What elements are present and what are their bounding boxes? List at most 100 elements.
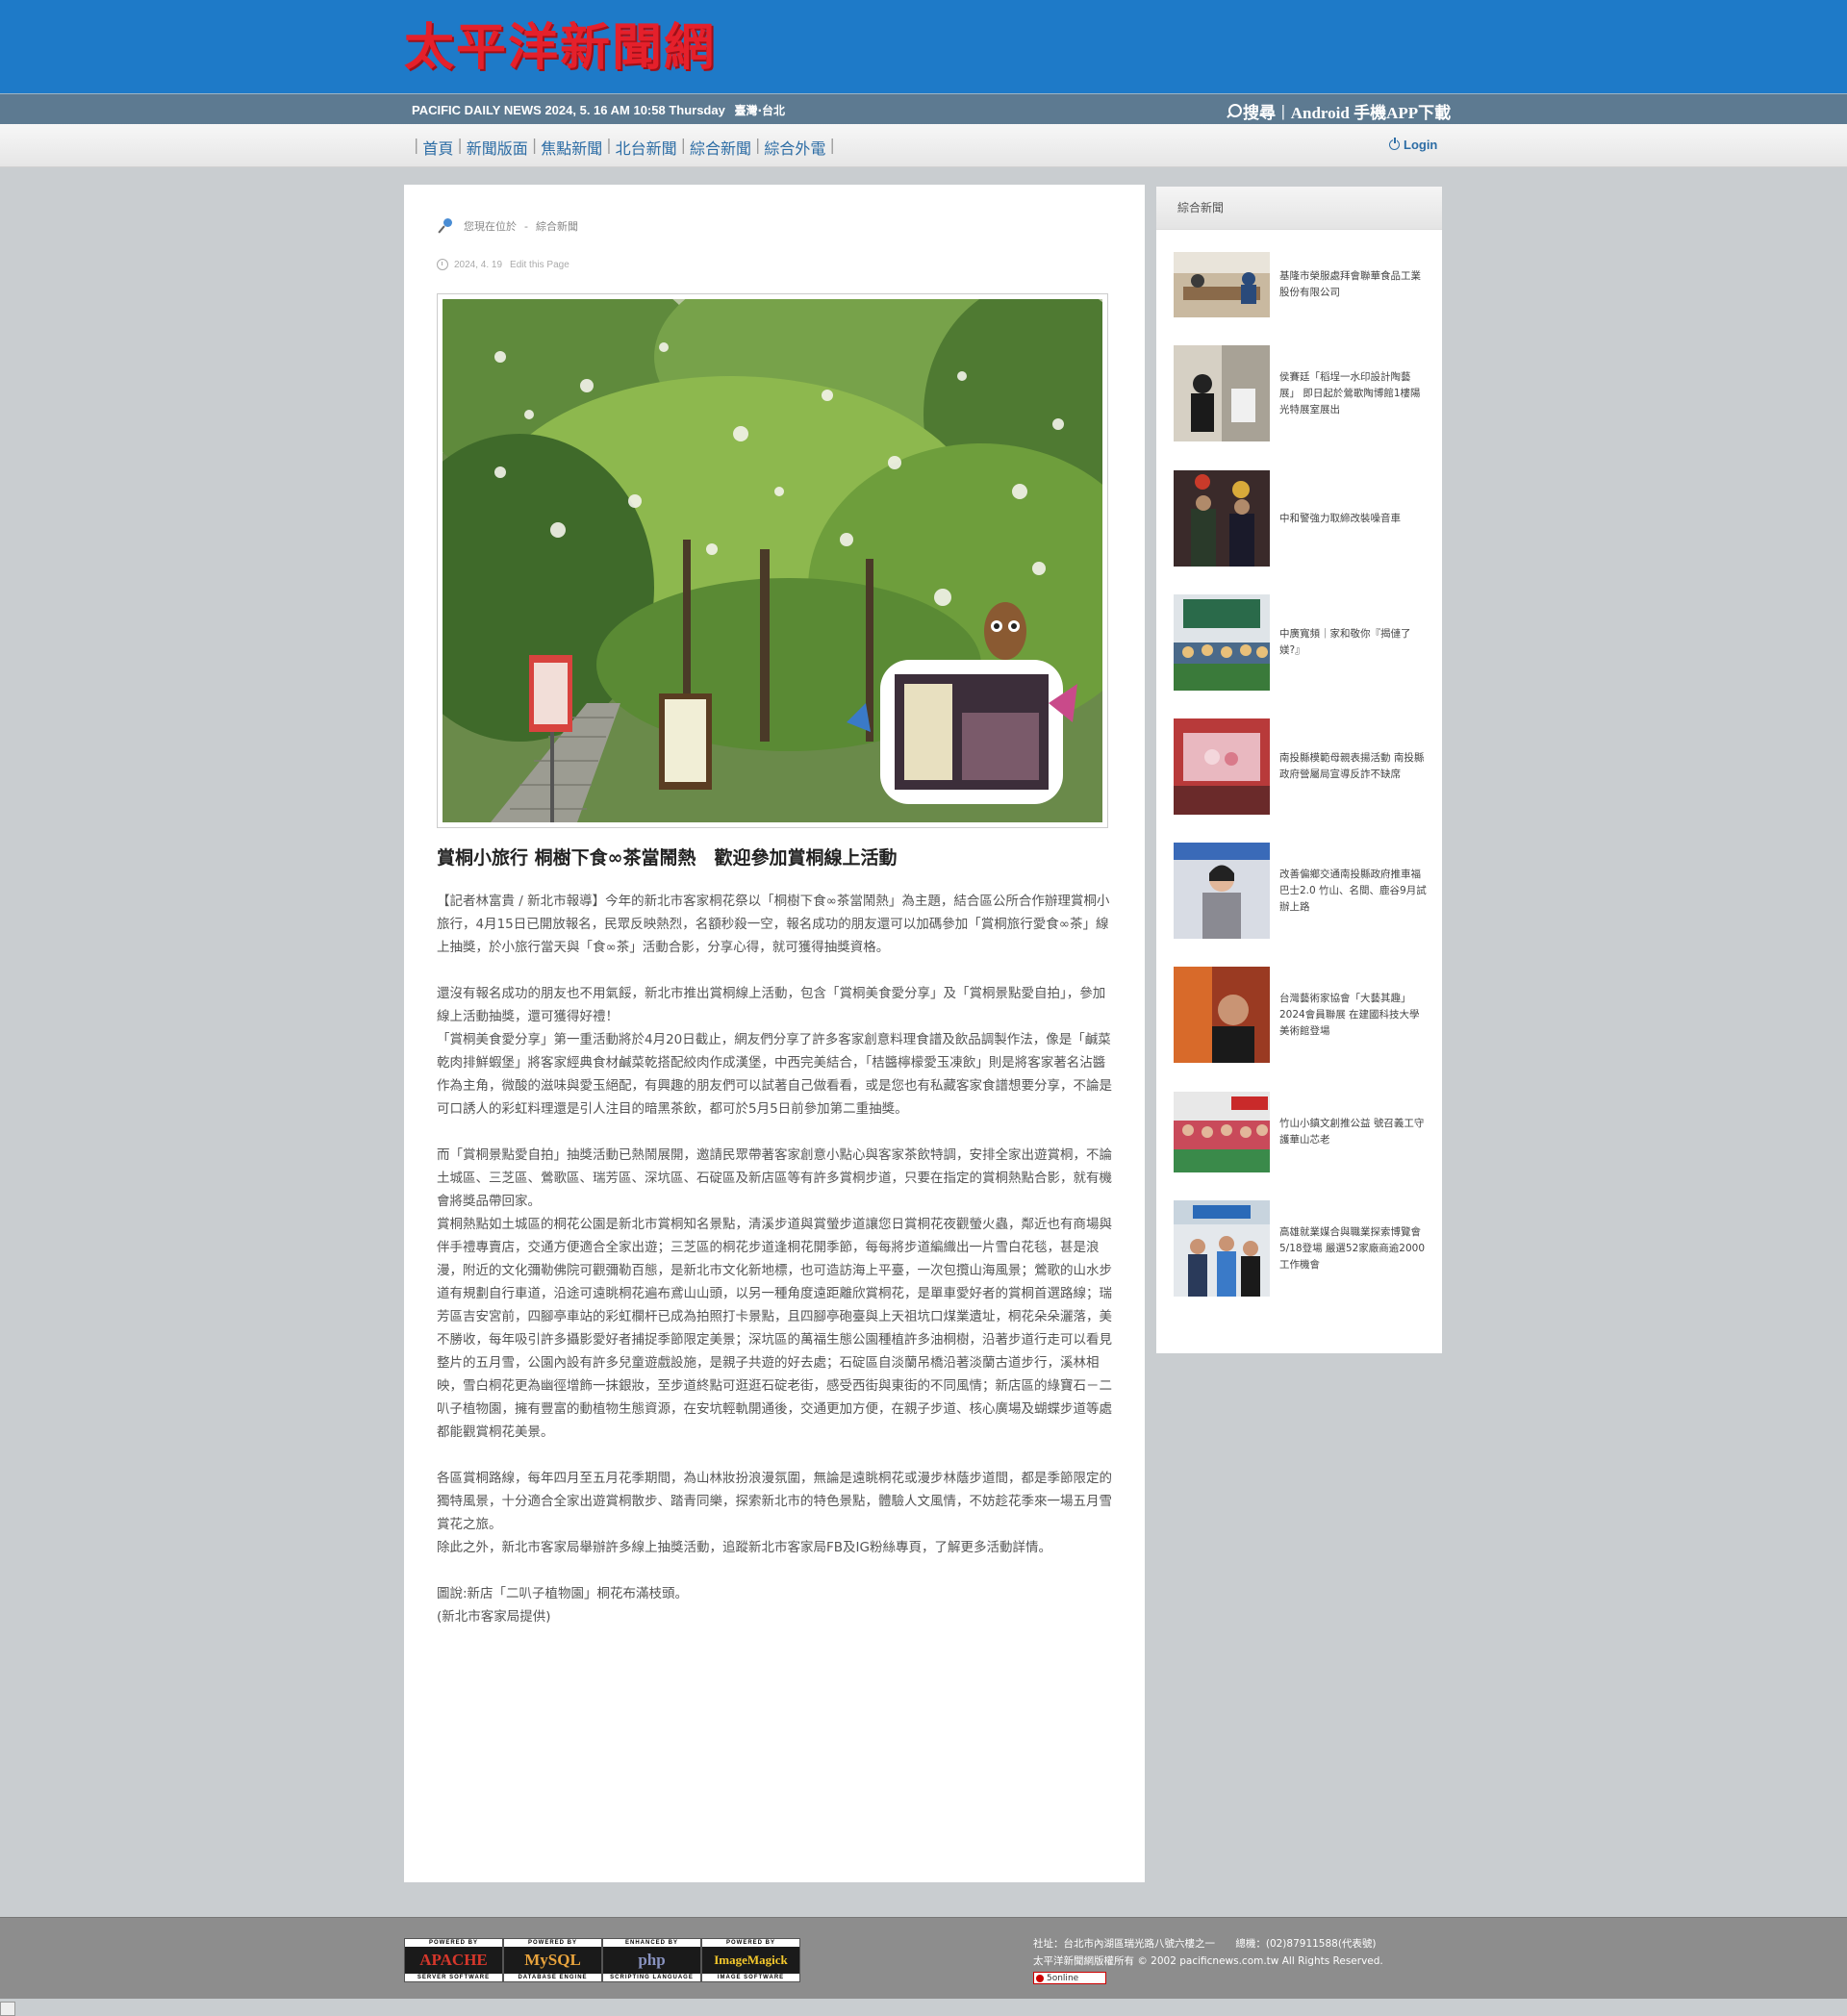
nav-separator: | <box>457 136 463 154</box>
news-thumbnail[interactable] <box>1174 345 1270 441</box>
nav-item-general-news[interactable]: 綜合新聞 <box>690 136 751 159</box>
article-paragraph: 各區賞桐路線，每年四月至五月花季期間，為山林妝扮浪漫氛圍，無論是遠眺桐花或漫步林… <box>437 1471 1112 1532</box>
news-thumbnail[interactable] <box>1174 252 1270 317</box>
article-paragraph: 【記者林富貴 / 新北市報導】今年的新北市客家桐花祭以「桐樹下食∞茶當鬧熱」為主… <box>437 894 1110 955</box>
power-icon <box>1389 138 1400 150</box>
sidebar-news-item[interactable]: 台灣藝術家協會「大藝其趣」2024會員聯展 在建國科技大學美術館登場 <box>1174 967 1433 1063</box>
breadcrumb-separator: - <box>524 219 528 233</box>
news-headline[interactable]: 改善偏鄉交通南投縣政府推車福巴士2.0 竹山、名間、鹿谷9月試辦上路 <box>1279 867 1429 916</box>
news-thumbnail[interactable] <box>1174 1092 1270 1172</box>
news-headline[interactable]: 台灣藝術家協會「大藝其趣」2024會員聯展 在建國科技大學美術館登場 <box>1279 991 1429 1040</box>
sidebar-news-item[interactable]: 基隆市榮服處拜會聯華食品工業股份有限公司 <box>1174 252 1433 317</box>
sidebar-heading: 綜合新聞 <box>1156 187 1442 230</box>
footer-copyright: 太平洋新聞網版權所有 © 2002 pacificnews.com.tw All… <box>1033 1955 1383 1967</box>
article-panel: 您現在位於 - 綜合新聞 2024, 4. 19 Edit this Page <box>404 185 1145 1882</box>
footer-info: 社址：台北市內湖區瑞光路八號六樓之一 總機：(02)87911588(代表號) … <box>1033 1935 1383 1988</box>
footer: POWERED BY APACHE SERVER SOFTWARE POWERE… <box>0 1917 1847 1999</box>
clock-icon <box>437 259 448 270</box>
apache-badge[interactable]: POWERED BY APACHE SERVER SOFTWARE <box>404 1938 503 1982</box>
news-thumbnail[interactable] <box>1174 1200 1270 1297</box>
sidebar-news-item[interactable]: 中廣寬頻｜家和敬你『揭僆了媄?』 <box>1174 594 1433 691</box>
news-headline[interactable]: 竹山小鎮文創推公益 號召義工守護華山芯老 <box>1279 1116 1429 1148</box>
edit-page-link[interactable]: Edit this Page <box>510 260 569 270</box>
sidebar-news-item[interactable]: 改善偏鄉交通南投縣政府推車福巴士2.0 竹山、名間、鹿谷9月試辦上路 <box>1174 843 1433 939</box>
photo-credit: (新北市客家局提供) <box>437 1609 551 1625</box>
main-nav: | 首頁 | 新聞版面 | 焦點新聞 | 北台新聞 | 綜合新聞 | 綜合外電 … <box>0 124 1847 167</box>
login-link[interactable]: Login <box>1389 138 1437 152</box>
android-app-link[interactable]: Android 手機APP下載 <box>1291 99 1451 123</box>
nav-item-news-layout[interactable]: 新聞版面 <box>467 136 528 159</box>
sidebar-news-item[interactable]: 南投縣模範母親表揚活動 南投縣政府營屬局宣導反詐不缺席 <box>1174 718 1433 815</box>
nav-item-foreign-news[interactable]: 綜合外電 <box>764 136 825 159</box>
article-paragraph: 賞桐熱點如土城區的桐花公園是新北市賞桐知名景點，清溪步道與賞螢步道讓您日賞桐花夜… <box>437 1217 1112 1440</box>
breadcrumb-prefix: 您現在位於 <box>464 220 517 233</box>
news-headline[interactable]: 南投縣模範母親表揚活動 南投縣政府營屬局宣導反詐不缺席 <box>1279 750 1429 783</box>
site-logo[interactable]: 太平洋新聞網 <box>404 17 716 79</box>
top-right-links: 搜尋 | Android 手機APP下載 <box>1226 99 1451 123</box>
article-paragraph: 而「賞桐景點愛自拍」抽獎活動已熱鬧展開，邀請民眾帶著客家創意小點心與客家茶飲特調… <box>437 1147 1112 1209</box>
nav-item-home[interactable]: 首頁 <box>422 136 453 159</box>
nav-item-north-taiwan[interactable]: 北台新聞 <box>616 136 677 159</box>
nav-item-focus-news[interactable]: 焦點新聞 <box>541 136 602 159</box>
tung-blossom-forest-image <box>443 299 1102 822</box>
sidebar: 綜合新聞 基隆市榮服處拜會聯華食品工業股份有限公司 侯賽廷「稻埕一水印設計陶藝展… <box>1156 187 1442 1353</box>
separator: | <box>1281 101 1285 120</box>
nav-separator: | <box>606 136 612 154</box>
footer-phone: 總機：(02)87911588(代表號) <box>1235 1938 1377 1950</box>
news-headline[interactable]: 高雄就業媒合與職業探索博覽會5/18登場 嚴選52家廠商逾2000工作機會 <box>1279 1224 1429 1273</box>
sidebar-news-item[interactable]: 中和警強力取締改裝噪音車 <box>1174 470 1433 567</box>
online-counter-label: 5online <box>1047 1973 1079 1983</box>
footer-address: 社址：台北市內湖區瑞光路八號六樓之一 <box>1033 1938 1215 1950</box>
news-thumbnail[interactable] <box>1174 718 1270 815</box>
news-thumbnail[interactable] <box>1174 470 1270 567</box>
photo-caption: 圖說:新店「二叭子植物園」桐花布滿枝頭。 <box>437 1586 689 1601</box>
page-bottom <box>0 1999 1847 2016</box>
article-photo <box>437 293 1108 828</box>
news-headline[interactable]: 侯賽廷「稻埕一水印設計陶藝展」 即日起於鶯歌陶博館1樓陽光特展室展出 <box>1279 369 1429 418</box>
php-badge[interactable]: ENHANCED BY php SCRIPTING LANGUAGE <box>602 1938 701 1982</box>
search-icon[interactable] <box>1226 103 1242 120</box>
article-paragraph: 除此之外，新北市客家局舉辦許多線上抽獎活動，追蹤新北市客家局FB及IG粉絲專頁，… <box>437 1540 1051 1555</box>
news-headline[interactable]: 中廣寬頻｜家和敬你『揭僆了媄?』 <box>1279 626 1429 659</box>
sidebar-news-item[interactable]: 竹山小鎮文創推公益 號召義工守護華山芯老 <box>1174 1092 1433 1172</box>
article-body: 【記者林富貴 / 新北市報導】今年的新北市客家桐花祭以「桐樹下食∞茶當鬧熱」為主… <box>437 890 1114 1628</box>
news-thumbnail[interactable] <box>1174 594 1270 691</box>
imagemagick-badge[interactable]: POWERED BY ImageMagick IMAGE SOFTWARE <box>701 1938 800 1982</box>
powered-by-badges: POWERED BY APACHE SERVER SOFTWARE POWERE… <box>404 1938 800 1982</box>
news-thumbnail[interactable] <box>1174 967 1270 1063</box>
search-link[interactable]: 搜尋 <box>1243 99 1276 123</box>
broken-image-icon <box>0 2002 15 2016</box>
date-text: PACIFIC DAILY NEWS 2024, 5. 16 AM 10:58 … <box>412 103 725 117</box>
news-headline[interactable]: 中和警強力取締改裝噪音車 <box>1279 511 1429 527</box>
online-dot-icon <box>1036 1974 1044 1982</box>
login-label: Login <box>1404 138 1438 152</box>
top-banner: 太平洋新聞網 <box>0 0 1847 93</box>
news-headline[interactable]: 基隆市榮服處拜會聯華食品工業股份有限公司 <box>1279 268 1429 301</box>
location-text: 臺灣·台北 <box>734 104 786 117</box>
breadcrumb: 您現在位於 - 綜合新聞 <box>439 218 578 234</box>
mysql-badge[interactable]: POWERED BY MySQL DATABASE ENGINE <box>503 1938 602 1982</box>
nav-separator: | <box>531 136 538 154</box>
nav-separator: | <box>829 136 835 154</box>
article-paragraph: 「賞桐美食愛分享」第一重活動將於4月20日截止，網友們分享了許多客家創意料理食譜… <box>437 1032 1112 1117</box>
nav-separator: | <box>755 136 761 154</box>
nav-separator: | <box>680 136 687 154</box>
nav-separator: | <box>414 136 419 154</box>
breadcrumb-section[interactable]: 綜合新聞 <box>536 218 578 234</box>
pushpin-icon <box>439 218 454 234</box>
news-thumbnail[interactable] <box>1174 843 1270 939</box>
sidebar-news-item[interactable]: 侯賽廷「稻埕一水印設計陶藝展」 即日起於鶯歌陶博館1樓陽光特展室展出 <box>1174 345 1433 441</box>
online-counter[interactable]: 5online <box>1033 1972 1107 1984</box>
article-title: 賞桐小旅行 桐樹下食∞茶當鬧熱 歡迎參加賞桐線上活動 <box>437 847 898 869</box>
article-dateline: 2024, 4. 19 Edit this Page <box>437 259 569 270</box>
date-bar: PACIFIC DAILY NEWS 2024, 5. 16 AM 10:58 … <box>0 93 1847 124</box>
article-date: 2024, 4. 19 <box>454 259 503 270</box>
nav-links: | 首頁 | 新聞版面 | 焦點新聞 | 北台新聞 | 綜合新聞 | 綜合外電 … <box>410 136 839 159</box>
date-display: PACIFIC DAILY NEWS 2024, 5. 16 AM 10:58 … <box>412 102 785 118</box>
article-paragraph: 還沒有報名成功的朋友也不用氣餒，新北市推出賞桐線上活動，包含「賞桐美食愛分享」及… <box>437 986 1106 1024</box>
sidebar-news-item[interactable]: 高雄就業媒合與職業探索博覽會5/18登場 嚴選52家廠商逾2000工作機會 <box>1174 1200 1433 1297</box>
